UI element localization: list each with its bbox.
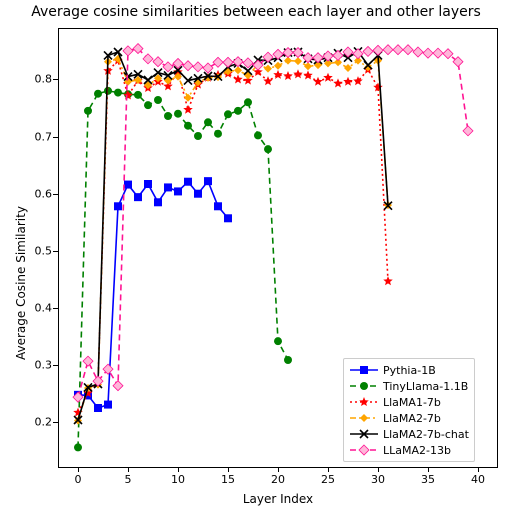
x-tick-label: 40 <box>471 473 485 486</box>
legend: Pythia-1B TinyLlama-1.1B LlaMA1-7b LlaMA2-7… <box>343 358 475 462</box>
x-tick <box>128 467 129 472</box>
x-tick-label: 35 <box>421 473 435 486</box>
legend-swatch-icon <box>349 379 379 393</box>
y-tick-label: 0.7 <box>35 130 53 143</box>
chart-figure: Average cosine similarities between each… <box>0 0 512 516</box>
y-tick <box>53 79 58 80</box>
y-tick-label: 0.3 <box>35 359 53 372</box>
x-tick-label: 10 <box>171 473 185 486</box>
y-tick <box>53 137 58 138</box>
x-tick-label: 15 <box>221 473 235 486</box>
legend-swatch-icon <box>349 411 379 425</box>
y-tick-label: 0.6 <box>35 187 53 200</box>
y-tick <box>53 365 58 366</box>
chart-title: Average cosine similarities between each… <box>0 4 512 20</box>
y-tick-label: 0.2 <box>35 416 53 429</box>
x-axis-label: Layer Index <box>58 492 498 506</box>
y-tick <box>53 251 58 252</box>
x-tick <box>228 467 229 472</box>
legend-label: LlaMA1-7b <box>383 396 441 409</box>
y-tick <box>53 194 58 195</box>
legend-entry: Pythia-1B <box>349 362 469 378</box>
legend-swatch-icon <box>349 363 379 377</box>
y-axis-label: Average Cosine Similarity <box>14 206 28 360</box>
legend-label: LlaMA2-7b <box>383 412 441 425</box>
legend-swatch-icon <box>349 427 379 441</box>
x-tick <box>378 467 379 472</box>
x-tick <box>328 467 329 472</box>
legend-entry: LlaMA2-7b-chat <box>349 426 469 442</box>
legend-entry: LLaMA2-13b <box>349 442 469 458</box>
legend-entry: TinyLlama-1.1B <box>349 378 469 394</box>
x-tick-label: 5 <box>125 473 132 486</box>
legend-swatch-icon <box>349 395 379 409</box>
y-tick-label: 0.4 <box>35 302 53 315</box>
x-tick-label: 0 <box>75 473 82 486</box>
y-tick <box>53 422 58 423</box>
legend-label: Pythia-1B <box>383 364 436 377</box>
x-tick-label: 30 <box>371 473 385 486</box>
x-tick <box>478 467 479 472</box>
legend-entry: LlaMA2-7b <box>349 410 469 426</box>
x-tick <box>78 467 79 472</box>
legend-swatch-icon <box>349 443 379 457</box>
x-tick <box>278 467 279 472</box>
x-tick <box>178 467 179 472</box>
legend-label: LlaMA2-7b-chat <box>383 428 469 441</box>
legend-label: LLaMA2-13b <box>383 444 451 457</box>
x-tick-label: 20 <box>271 473 285 486</box>
y-tick-label: 0.8 <box>35 73 53 86</box>
y-tick <box>53 308 58 309</box>
x-tick-label: 25 <box>321 473 335 486</box>
x-tick <box>428 467 429 472</box>
legend-label: TinyLlama-1.1B <box>383 380 468 393</box>
y-tick-label: 0.5 <box>35 244 53 257</box>
legend-entry: LlaMA1-7b <box>349 394 469 410</box>
